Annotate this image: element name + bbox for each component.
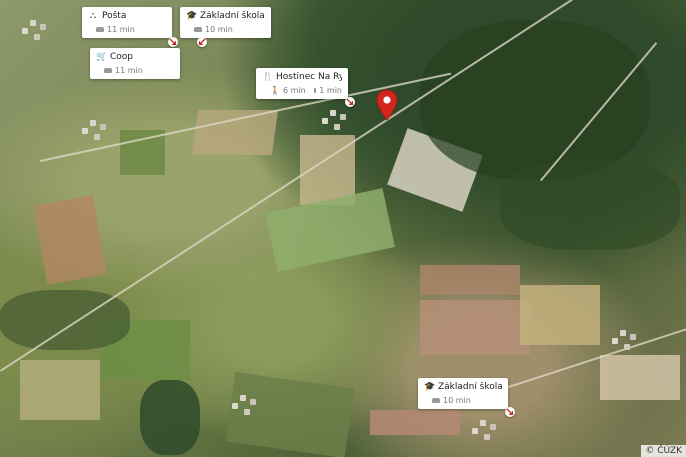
satellite-map[interactable]: ⛬ Pošta 11 min 🎓 Základní škola Ra... 10… — [0, 0, 686, 457]
car-icon — [313, 88, 317, 93]
forest-patch — [500, 160, 680, 250]
pointer-arrow-icon — [169, 38, 177, 46]
field-patch — [420, 300, 530, 355]
poi-card-zakladni-skola-lu[interactable]: 🎓 Základní škola Lu... 10 min — [418, 378, 508, 409]
village-buildings — [240, 395, 246, 401]
poi-card-zakladni-skola-ra[interactable]: 🎓 Základní škola Ra... 10 min — [180, 7, 271, 38]
forest-patch — [140, 380, 200, 455]
poi-pointer-zakladni-skola-lu[interactable] — [505, 407, 515, 417]
pointer-arrow-icon — [198, 38, 206, 46]
poi-car-time: 11 min — [107, 25, 135, 34]
map-attribution: © ČÚZK — [641, 445, 686, 457]
restaurant-icon: 🍴 — [262, 72, 274, 82]
poi-name: Základní škola Ra... — [200, 11, 265, 21]
village-buildings — [620, 330, 626, 336]
poi-pointer-zakladni-skola-ra[interactable] — [197, 37, 207, 47]
poi-card-posta[interactable]: ⛬ Pošta 11 min — [82, 7, 172, 38]
poi-name: Hostinec Na Rych... — [276, 72, 342, 82]
field-patch — [370, 410, 460, 435]
poi-car-time: 10 min — [205, 25, 233, 34]
pointer-arrow-icon — [506, 408, 514, 416]
poi-card-hostinec[interactable]: 🍴 Hostinec Na Rych... 🚶 6 min 1 min — [256, 68, 348, 99]
walking-icon: 🚶 — [270, 86, 280, 95]
field-patch — [420, 265, 520, 295]
poi-name: Základní škola Lu... — [438, 382, 502, 392]
village-buildings — [330, 110, 336, 116]
village-buildings — [90, 120, 96, 126]
location-pin-icon[interactable] — [376, 89, 398, 121]
poi-walk-time: 6 min — [282, 86, 306, 95]
field-patch — [520, 285, 600, 345]
poi-name: Coop — [110, 52, 134, 62]
poi-card-coop[interactable]: 🛒 Coop 11 min — [90, 48, 180, 79]
field-patch — [600, 355, 680, 400]
field-patch — [191, 110, 279, 155]
field-patch — [20, 360, 100, 420]
school-icon: 🎓 — [186, 11, 198, 21]
field-patch — [265, 188, 395, 272]
car-icon — [96, 27, 104, 32]
car-icon — [194, 27, 202, 32]
car-icon — [432, 398, 440, 403]
poi-car-time: 10 min — [443, 396, 471, 405]
post-office-icon: ⛬ — [89, 11, 97, 21]
field-patch — [33, 195, 107, 285]
pointer-arrow-icon — [346, 98, 354, 106]
poi-name: Pošta — [102, 11, 127, 21]
school-icon: 🎓 — [424, 382, 436, 392]
poi-pointer-hostinec[interactable] — [345, 97, 355, 107]
shopping-cart-icon: 🛒 — [96, 52, 108, 62]
poi-pointer-posta[interactable] — [168, 37, 178, 47]
poi-car-time: 1 min — [319, 86, 342, 95]
car-icon — [104, 68, 112, 73]
village-buildings — [480, 420, 486, 426]
field-patch — [225, 371, 355, 457]
forest-patch — [420, 20, 650, 180]
village-buildings — [30, 20, 36, 26]
poi-car-time: 11 min — [115, 66, 143, 75]
